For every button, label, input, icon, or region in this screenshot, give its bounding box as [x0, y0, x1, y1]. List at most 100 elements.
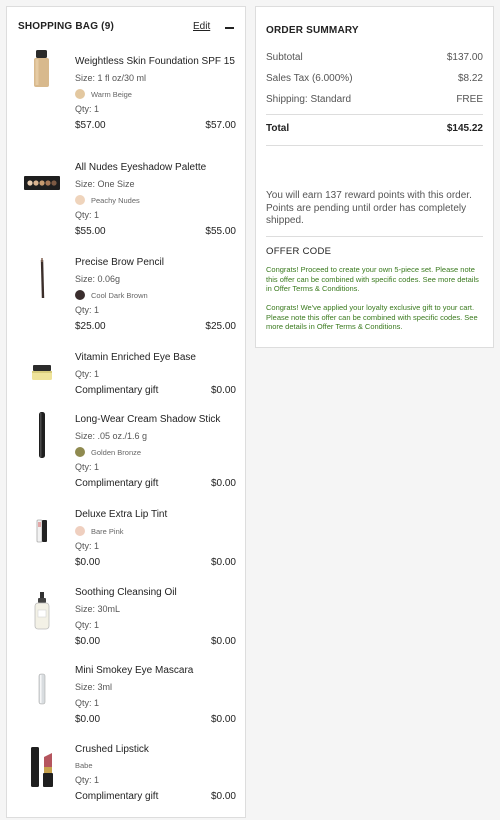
price-row: $25.00 $25.00	[75, 321, 236, 332]
shopping-bag-panel: SHOPPING BAG (9) Edit Weightless Skin Fo…	[6, 6, 246, 818]
summary-title: ORDER SUMMARY	[266, 25, 359, 36]
product-image[interactable]	[21, 409, 63, 461]
unit-price: $0.00	[75, 714, 101, 725]
reward-points-message: You will earn 137 reward points with thi…	[266, 190, 472, 226]
product-shade: Warm Beige	[75, 89, 236, 99]
product-name[interactable]: Weightless Skin Foundation SPF 15	[75, 55, 236, 68]
price-row: $57.00 $57.00	[75, 120, 236, 131]
product-qty: Qty: 1	[75, 104, 100, 114]
shade-label: Bare Pink	[91, 526, 124, 536]
order-summary-panel: ORDER SUMMARY Subtotal $137.00 Sales Tax…	[255, 6, 494, 348]
product-shade: Peachy Nudes	[75, 195, 236, 205]
bag-header: SHOPPING BAG (9) Edit	[18, 21, 235, 37]
price-row: Complimentary gift $0.00	[75, 791, 236, 802]
line-total: $0.00	[210, 714, 236, 725]
shipping-value: FREE	[456, 94, 483, 105]
price-row: $0.00 $0.00	[75, 636, 236, 647]
product-name[interactable]: Long-Wear Cream Shadow Stick	[75, 413, 236, 426]
offer-message: Congrats! Proceed to create your own 5-p…	[266, 265, 479, 294]
unit-price: $0.00	[75, 636, 101, 647]
subtotal-row: Subtotal $137.00	[266, 52, 483, 63]
product-name[interactable]: Deluxe Extra Lip Tint	[75, 508, 236, 521]
product-name[interactable]: Vitamin Enriched Eye Base	[75, 351, 236, 364]
product-image[interactable]	[21, 743, 63, 791]
product-shade: Bare Pink	[75, 526, 236, 536]
product-image[interactable]	[21, 590, 63, 632]
product-name[interactable]: Mini Smokey Eye Mascara	[75, 664, 236, 677]
shade-label: Golden Bronze	[91, 447, 142, 457]
tax-row: Sales Tax (6.000%) $8.22	[266, 73, 483, 84]
product-size: Size: One Size	[75, 179, 135, 189]
offer-message: Congrats! We've applied your loyalty exc…	[266, 303, 478, 332]
price-row: Complimentary gift $0.00	[75, 385, 236, 396]
tax-label: Sales Tax (6.000%)	[266, 73, 353, 84]
total-label: Total	[266, 123, 290, 134]
product-image[interactable]	[21, 49, 63, 89]
line-total: $0.00	[210, 385, 236, 396]
unit-price: $0.00	[75, 557, 101, 568]
product-image[interactable]	[21, 516, 63, 546]
line-total: $0.00	[210, 791, 236, 802]
product-qty: Qty: 1	[75, 698, 100, 708]
shade-label: Warm Beige	[91, 89, 132, 99]
product-shade: Golden Bronze	[75, 447, 236, 457]
product-qty: Qty: 1	[75, 462, 100, 472]
shipping-row: Shipping: Standard FREE	[266, 94, 483, 105]
product-qty: Qty: 1	[75, 541, 100, 551]
unit-price: $57.00	[75, 120, 106, 131]
product-name[interactable]: Precise Brow Pencil	[75, 256, 236, 269]
product-shade: Cool Dark Brown	[75, 290, 236, 300]
product-size: Size: .05 oz./1.6 g	[75, 431, 148, 441]
unit-price: Complimentary gift	[75, 791, 159, 802]
unit-price: $25.00	[75, 321, 106, 332]
product-name[interactable]: Soothing Cleansing Oil	[75, 586, 236, 599]
offer-code-title[interactable]: OFFER CODE	[266, 246, 331, 257]
price-row: $55.00 $55.00	[75, 226, 236, 237]
product-image[interactable]	[21, 256, 63, 302]
product-name[interactable]: Crushed Lipstick	[75, 743, 236, 756]
bag-title: SHOPPING BAG (9)	[18, 21, 114, 32]
tax-value: $8.22	[457, 73, 483, 84]
shade-label: Peachy Nudes	[91, 195, 140, 205]
product-qty: Qty: 1	[75, 210, 100, 220]
unit-price: Complimentary gift	[75, 385, 159, 396]
divider	[266, 145, 483, 146]
product-size: Size: 3ml	[75, 682, 113, 692]
shipping-label: Shipping: Standard	[266, 94, 352, 105]
divider	[266, 114, 483, 115]
line-total: $57.00	[205, 120, 236, 131]
shade-swatch	[75, 447, 85, 457]
product-qty: Qty: 1	[75, 305, 100, 315]
total-row: Total $145.22	[266, 123, 483, 134]
shade-swatch	[75, 290, 85, 300]
product-shade: Babe	[75, 761, 236, 770]
product-size: Size: 30mL	[75, 604, 121, 614]
product-qty: Qty: 1	[75, 369, 100, 379]
line-total: $0.00	[210, 478, 236, 489]
price-row: $0.00 $0.00	[75, 557, 236, 568]
edit-link[interactable]: Edit	[193, 21, 210, 32]
shade-swatch	[75, 89, 85, 99]
shade-label: Babe	[75, 761, 93, 770]
price-row: Complimentary gift $0.00	[75, 478, 236, 489]
total-value: $145.22	[446, 123, 483, 134]
product-image[interactable]	[21, 361, 63, 383]
price-row: $0.00 $0.00	[75, 714, 236, 725]
subtotal-label: Subtotal	[266, 52, 303, 63]
line-total: $0.00	[210, 636, 236, 647]
product-size: Size: 0.06g	[75, 274, 121, 284]
product-qty: Qty: 1	[75, 620, 100, 630]
product-image[interactable]	[21, 672, 63, 706]
shade-label: Cool Dark Brown	[91, 290, 148, 300]
product-name[interactable]: All Nudes Eyeshadow Palette	[75, 161, 236, 174]
unit-price: Complimentary gift	[75, 478, 159, 489]
divider	[266, 236, 483, 237]
line-total: $0.00	[210, 557, 236, 568]
line-total: $55.00	[205, 226, 236, 237]
line-total: $25.00	[205, 321, 236, 332]
product-size: Size: 1 fl oz/30 ml	[75, 73, 147, 83]
shade-swatch	[75, 526, 85, 536]
subtotal-value: $137.00	[446, 52, 483, 63]
collapse-icon[interactable]	[225, 27, 234, 29]
product-image[interactable]	[21, 173, 63, 193]
